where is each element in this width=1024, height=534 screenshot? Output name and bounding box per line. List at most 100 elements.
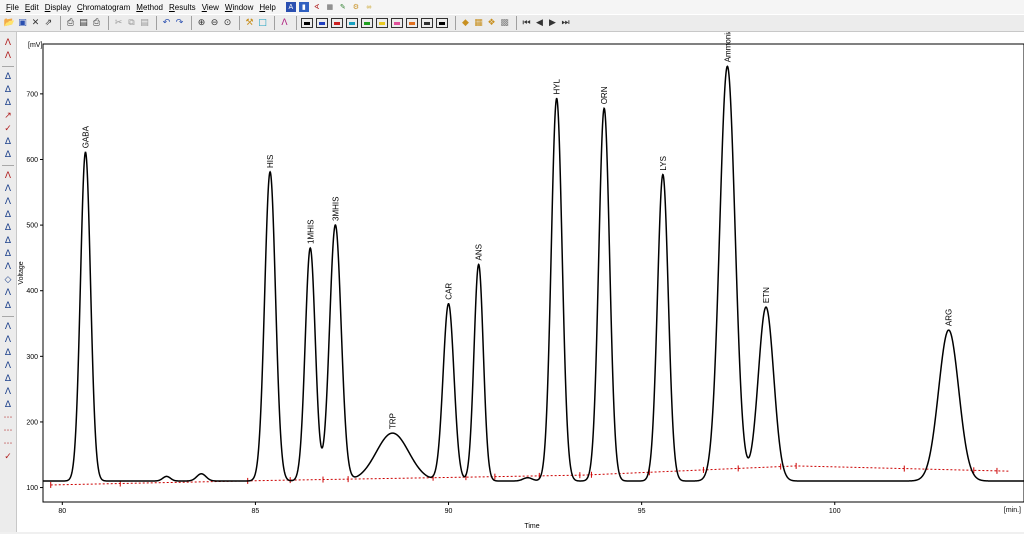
close-icon[interactable]: ✕ bbox=[30, 17, 41, 29]
integration-tool-icon[interactable]: Δ bbox=[2, 85, 14, 96]
integration-tool-icon[interactable]: Δ bbox=[2, 72, 14, 83]
integration-tool-icon[interactable]: ✓ bbox=[2, 124, 14, 135]
baseline-tool-icon[interactable]: Δ bbox=[2, 223, 14, 234]
y-tick-label: 500 bbox=[26, 223, 38, 230]
copy-icon[interactable]: ⧉ bbox=[126, 17, 137, 29]
chromatogram-panel[interactable]: [mV] [min.] Voltage Time 100 200 300 400 500… bbox=[17, 28, 1024, 532]
zoom-out-icon[interactable]: ⊖ bbox=[209, 17, 220, 29]
peak-label: 1MHIS bbox=[306, 220, 315, 244]
peak-edit-icon[interactable]: Λ bbox=[2, 361, 14, 372]
menu-results[interactable]: Results bbox=[169, 3, 196, 12]
peak-edit-icon[interactable]: Λ bbox=[2, 335, 14, 346]
notes-icon[interactable]: ✎ bbox=[338, 2, 348, 12]
color-swatch[interactable] bbox=[436, 18, 448, 28]
baseline-tool-icon[interactable]: Λ bbox=[2, 184, 14, 195]
paste-icon[interactable]: ▤ bbox=[139, 17, 150, 29]
last-icon[interactable]: ⏭ bbox=[560, 17, 571, 29]
peak-labels: GABA HIS 1MHIS 3MHIS TRP CAR ANS HYL ORN LYS Ammon… bbox=[82, 28, 954, 429]
swatch-color bbox=[304, 21, 310, 25]
link-icon[interactable]: ∞ bbox=[364, 2, 374, 12]
peak-edit-icon[interactable]: Δ bbox=[2, 400, 14, 411]
baseline-tool-icon[interactable]: Λ bbox=[2, 171, 14, 182]
color-swatch[interactable] bbox=[301, 18, 313, 28]
peak-tool-icon[interactable]: Λ bbox=[2, 38, 14, 49]
peak-edit-icon[interactable]: ⋯ bbox=[2, 426, 14, 437]
integration-tool-icon[interactable]: Δ bbox=[2, 98, 14, 109]
integration-tool-icon[interactable]: Δ bbox=[2, 150, 14, 161]
zoom-in-icon[interactable]: ⊕ bbox=[196, 17, 207, 29]
prev-icon[interactable]: ◀ bbox=[534, 17, 545, 29]
baseline-tool-icon[interactable]: Λ bbox=[2, 262, 14, 273]
menu-edit[interactable]: Edit bbox=[25, 3, 39, 12]
menu-display[interactable]: Display bbox=[45, 3, 71, 12]
color-swatch[interactable] bbox=[346, 18, 358, 28]
peak-edit-icon[interactable]: Δ bbox=[2, 348, 14, 359]
zoom-fit-icon[interactable]: ⊙ bbox=[222, 17, 233, 29]
peak-tool-icon[interactable]: Λ bbox=[2, 51, 14, 62]
document-icon[interactable]: ▮ bbox=[298, 2, 309, 12]
next-icon[interactable]: ▶ bbox=[547, 17, 558, 29]
peak-edit-icon[interactable]: Λ bbox=[2, 322, 14, 333]
peak-edit-icon[interactable]: ⋯ bbox=[2, 439, 14, 450]
export-icon[interactable]: ⇗ bbox=[43, 17, 54, 29]
cut-icon[interactable]: ✂ bbox=[113, 17, 124, 29]
tools-icon[interactable]: ⚒ bbox=[244, 17, 255, 29]
grid-icon[interactable]: ▦ bbox=[473, 17, 484, 29]
integration-tool-icon[interactable]: Δ bbox=[2, 137, 14, 148]
menu-view[interactable]: View bbox=[202, 3, 219, 12]
color-swatch[interactable] bbox=[361, 18, 373, 28]
baseline-tool-icon[interactable]: Λ bbox=[2, 197, 14, 208]
graph-icon[interactable]: ∢ bbox=[312, 2, 322, 12]
color-swatch[interactable] bbox=[331, 18, 343, 28]
color-swatch[interactable] bbox=[376, 18, 388, 28]
baseline-tool-icon[interactable]: Δ bbox=[2, 249, 14, 260]
scale-icon[interactable]: ❖ bbox=[486, 17, 497, 29]
print-preview-icon[interactable]: ▤ bbox=[78, 17, 89, 29]
menu-method[interactable]: Method bbox=[136, 3, 163, 12]
baseline-tool-icon[interactable]: Δ bbox=[2, 301, 14, 312]
undo-icon[interactable]: ↶ bbox=[161, 17, 172, 29]
print-setup-icon[interactable]: ⎙ bbox=[91, 17, 102, 29]
info-icon[interactable]: A bbox=[285, 2, 296, 12]
peak-label: HYL bbox=[553, 78, 562, 94]
peak-label: 3MHIS bbox=[331, 197, 340, 221]
peak-edit-icon[interactable]: Δ bbox=[2, 374, 14, 385]
keyboard-icon[interactable]: ▩ bbox=[499, 17, 510, 29]
menu-help[interactable]: Help bbox=[259, 3, 275, 12]
print-icon[interactable]: ⎙ bbox=[65, 17, 76, 29]
baseline-tool-icon[interactable]: Δ bbox=[2, 236, 14, 247]
first-icon[interactable]: ⏮ bbox=[521, 17, 532, 29]
menu-window[interactable]: Window bbox=[225, 3, 253, 12]
integration-markers bbox=[50, 462, 998, 488]
x-tick-label: 85 bbox=[252, 508, 260, 515]
peak-edit-icon[interactable]: ✓ bbox=[2, 452, 14, 463]
baseline-tool-icon[interactable]: Δ bbox=[2, 210, 14, 221]
baseline-tool-icon[interactable]: ◇ bbox=[2, 275, 14, 286]
calibration-icon[interactable]: ⚙ bbox=[351, 2, 361, 12]
toolbar-separator bbox=[274, 16, 275, 30]
peak-edit-icon[interactable]: Λ bbox=[2, 387, 14, 398]
baseline-tool-icon[interactable]: Λ bbox=[2, 288, 14, 299]
menu-chromatogram[interactable]: Chromatogram bbox=[77, 3, 130, 12]
integration-tool-icon[interactable]: ↗ bbox=[2, 111, 14, 122]
y-tick-label: 300 bbox=[26, 354, 38, 361]
redo-icon[interactable]: ↷ bbox=[174, 17, 185, 29]
menu-file[interactable]: File bbox=[6, 3, 19, 12]
save-icon[interactable]: ▣ bbox=[17, 17, 28, 29]
toolbar-separator bbox=[60, 16, 61, 30]
chromatogram-chart[interactable]: [mV] [min.] Voltage Time 100 200 300 400 500… bbox=[17, 28, 1024, 532]
toolbar-separator bbox=[239, 16, 240, 30]
color-swatch[interactable] bbox=[406, 18, 418, 28]
color-swatch[interactable] bbox=[316, 18, 328, 28]
peak-icon[interactable]: Λ bbox=[279, 17, 290, 29]
color-swatch[interactable] bbox=[421, 18, 433, 28]
comment-icon[interactable]: □ bbox=[257, 17, 268, 29]
peak-label: LYS bbox=[659, 156, 668, 171]
color-swatch[interactable] bbox=[391, 18, 403, 28]
diamond-icon[interactable]: ◆ bbox=[460, 17, 471, 29]
toolbar-separator bbox=[2, 316, 14, 317]
table-icon[interactable]: ▦ bbox=[325, 2, 335, 12]
open-icon[interactable]: 📂 bbox=[4, 17, 15, 29]
peak-edit-icon[interactable]: ⋯ bbox=[2, 413, 14, 424]
x-axis-label: Time bbox=[524, 523, 539, 530]
